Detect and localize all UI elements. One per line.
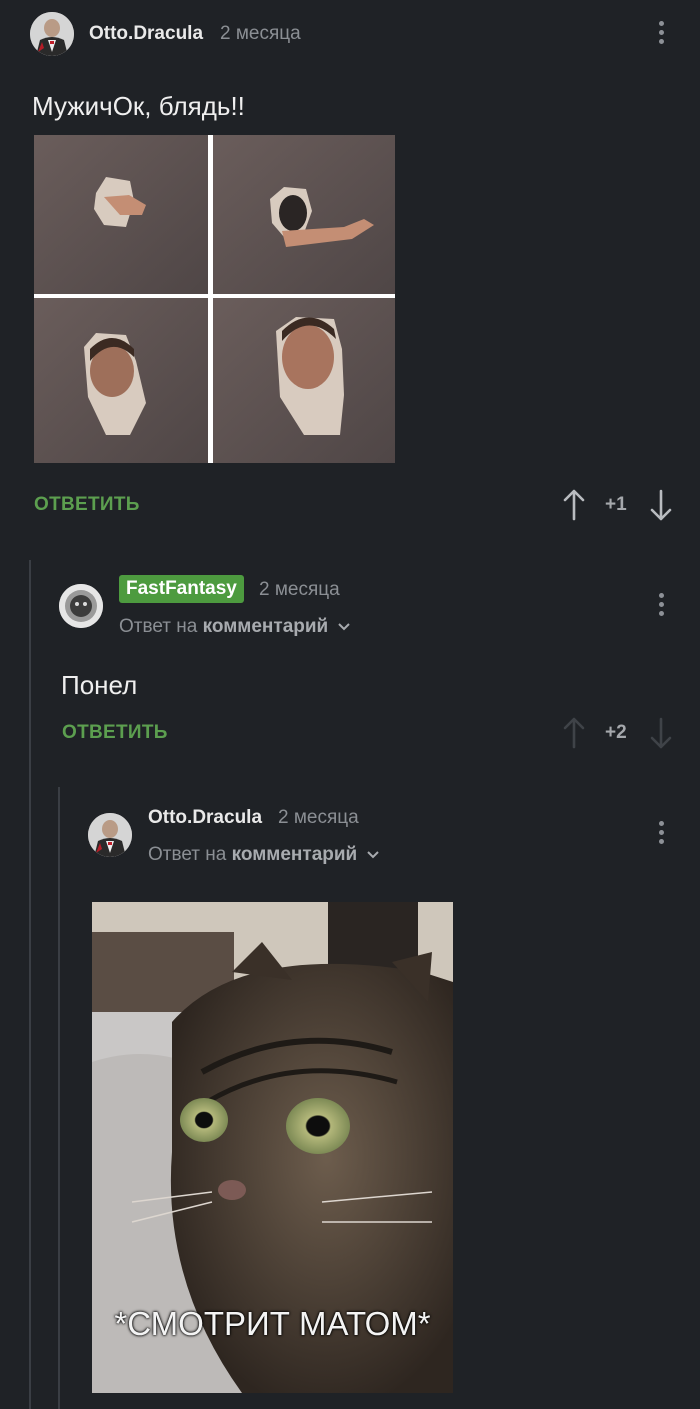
downvote-arrow-icon[interactable] [649, 716, 673, 750]
reply-to-prefix: Ответ на [148, 844, 227, 865]
more-options-icon[interactable] [656, 593, 666, 616]
comment-score: +1 [605, 494, 627, 515]
reply-to-link[interactable]: Ответ на комментарий [148, 844, 380, 866]
comment-time: 2 месяца [220, 23, 301, 44]
reply-to-link[interactable]: Ответ на комментарий [119, 616, 351, 638]
reply-to-target[interactable]: комментарий [232, 844, 358, 865]
author-avatar[interactable] [30, 12, 74, 56]
thread-line[interactable] [29, 560, 31, 1409]
upvote-arrow-icon[interactable] [562, 716, 586, 750]
upvote-arrow-icon[interactable] [562, 488, 586, 522]
comment-image-cat[interactable]: *СМОТРИТ МАТОМ* [92, 902, 453, 1393]
chevron-down-icon[interactable] [366, 850, 380, 860]
chevron-down-icon[interactable] [337, 622, 351, 632]
author-avatar[interactable] [59, 584, 103, 628]
comment-text: МужичОк, блядь!! [32, 91, 245, 121]
downvote-arrow-icon[interactable] [649, 488, 673, 522]
author-name[interactable]: Otto.Dracula [148, 807, 262, 829]
comment-text: Понел [61, 670, 138, 700]
comment-score: +2 [605, 722, 627, 743]
thread-line[interactable] [58, 787, 60, 1409]
author-name-badge[interactable]: FastFantasy [119, 575, 244, 603]
comment-time: 2 месяца [259, 579, 340, 600]
more-options-icon[interactable] [656, 821, 666, 844]
reply-button[interactable]: ОТВЕТИТЬ [34, 494, 140, 516]
author-name[interactable]: Otto.Dracula [89, 23, 203, 45]
comment-image-collage[interactable] [34, 135, 395, 463]
image-caption: *СМОТРИТ МАТОМ* [114, 1305, 431, 1342]
author-avatar[interactable] [88, 813, 132, 857]
reply-to-prefix: Ответ на [119, 616, 198, 637]
reply-to-target[interactable]: комментарий [203, 616, 329, 637]
comment-time: 2 месяца [278, 807, 359, 828]
more-options-icon[interactable] [656, 21, 666, 44]
reply-button[interactable]: ОТВЕТИТЬ [62, 722, 168, 744]
